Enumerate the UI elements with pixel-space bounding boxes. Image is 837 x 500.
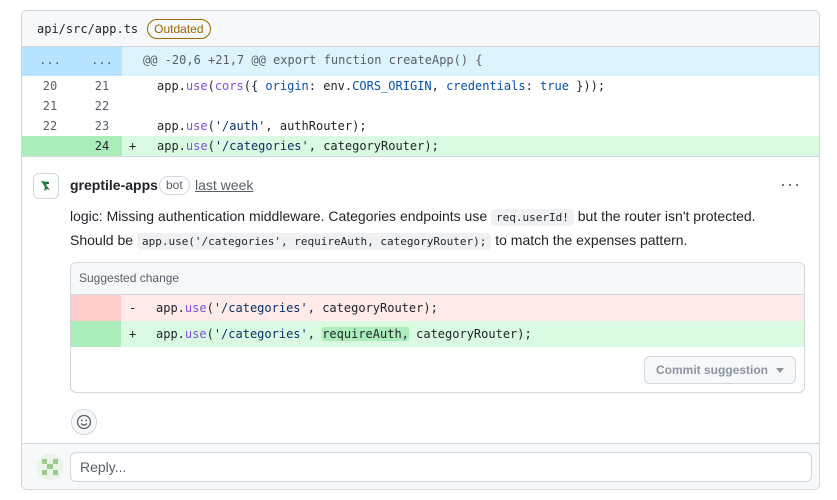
inline-code: req.userId! xyxy=(491,209,574,226)
comment-paragraph-1: logic: Missing authentication middleware… xyxy=(70,208,756,226)
add-reaction-button[interactable] xyxy=(71,409,97,435)
hunk-header-text: @@ -20,6 +21,7 @@ export function create… xyxy=(143,53,483,67)
suggestion-added-line: + app.use('/categories', requireAuth, ca… xyxy=(71,321,804,347)
comment-timestamp[interactable]: last week xyxy=(195,177,253,193)
review-thread-card: api/src/app.ts Outdated ... ... @@ -20,6… xyxy=(21,10,820,490)
smiley-icon xyxy=(76,414,92,430)
identicon-icon xyxy=(37,454,63,480)
lizard-logo-icon xyxy=(41,181,50,191)
new-line-number[interactable]: 21 xyxy=(77,76,127,96)
commit-suggestion-button[interactable]: Commit suggestion xyxy=(644,356,796,384)
comment-paragraph-2: Should be app.use('/categories', require… xyxy=(70,232,688,250)
new-line-number[interactable]: 23 xyxy=(77,116,127,136)
new-line-number[interactable]: 22 xyxy=(77,96,127,116)
file-path[interactable]: api/src/app.ts xyxy=(37,22,138,36)
comment-author[interactable]: greptile-apps xyxy=(70,177,158,193)
diff-marker: - xyxy=(129,301,137,315)
reply-bar: Reply... xyxy=(22,443,819,489)
hunk-header-row: ... ... @@ -20,6 +21,7 @@ export functio… xyxy=(22,47,819,76)
diff-line: 20 21 app.use(cors({ origin: env.CORS_OR… xyxy=(22,76,819,96)
suggested-change-box: Suggested change - app.use('/categories'… xyxy=(70,262,805,393)
suggestion-deleted-line: - app.use('/categories', categoryRouter)… xyxy=(71,295,804,321)
diff-line: 22 23 app.use('/auth', authRouter); xyxy=(22,116,819,136)
diff-code: app.use(cors({ origin: env.CORS_ORIGIN, … xyxy=(157,79,606,93)
reply-input[interactable]: Reply... xyxy=(70,452,812,482)
added-gutter xyxy=(71,321,121,347)
user-avatar[interactable] xyxy=(37,454,63,480)
bot-avatar[interactable] xyxy=(33,173,59,199)
commit-suggestion-label: Commit suggestion xyxy=(655,363,768,377)
diff-marker: + xyxy=(129,327,137,341)
suggestion-code: app.use('/categories', categoryRouter); xyxy=(156,301,438,315)
suggestion-code: app.use('/categories', requireAuth, cate… xyxy=(156,327,532,341)
old-line-number[interactable]: 20 xyxy=(25,76,75,96)
diff-line-added: 24 + app.use('/categories', categoryRout… xyxy=(22,136,819,156)
diff-marker: + xyxy=(129,139,137,153)
suggested-change-header: Suggested change xyxy=(71,263,804,295)
deleted-gutter xyxy=(71,295,121,321)
hunk-old-expander[interactable]: ... xyxy=(25,47,75,74)
old-line-number[interactable]: 22 xyxy=(25,116,75,136)
comment: greptile-apps bot last week ··· logic: M… xyxy=(22,156,819,443)
diff-code: app.use('/auth', authRouter); xyxy=(157,119,367,133)
inline-code: app.use('/categories', requireAuth, cate… xyxy=(136,233,492,250)
inserted-highlight: requireAuth, xyxy=(322,327,409,341)
caret-down-icon xyxy=(776,367,784,373)
new-line-number[interactable]: 24 xyxy=(77,136,127,156)
kebab-menu-icon[interactable]: ··· xyxy=(780,175,801,193)
old-line-number[interactable]: 21 xyxy=(25,96,75,116)
diff-code: app.use('/categories', categoryRouter); xyxy=(157,139,439,153)
comment-body: logic: Missing authentication middleware… xyxy=(70,205,790,253)
outdated-badge: Outdated xyxy=(147,18,211,39)
bot-badge: bot xyxy=(159,176,190,195)
hunk-new-expander[interactable]: ... xyxy=(77,47,127,74)
diff-line: 21 22 xyxy=(22,96,819,116)
file-header: api/src/app.ts Outdated xyxy=(22,11,819,47)
